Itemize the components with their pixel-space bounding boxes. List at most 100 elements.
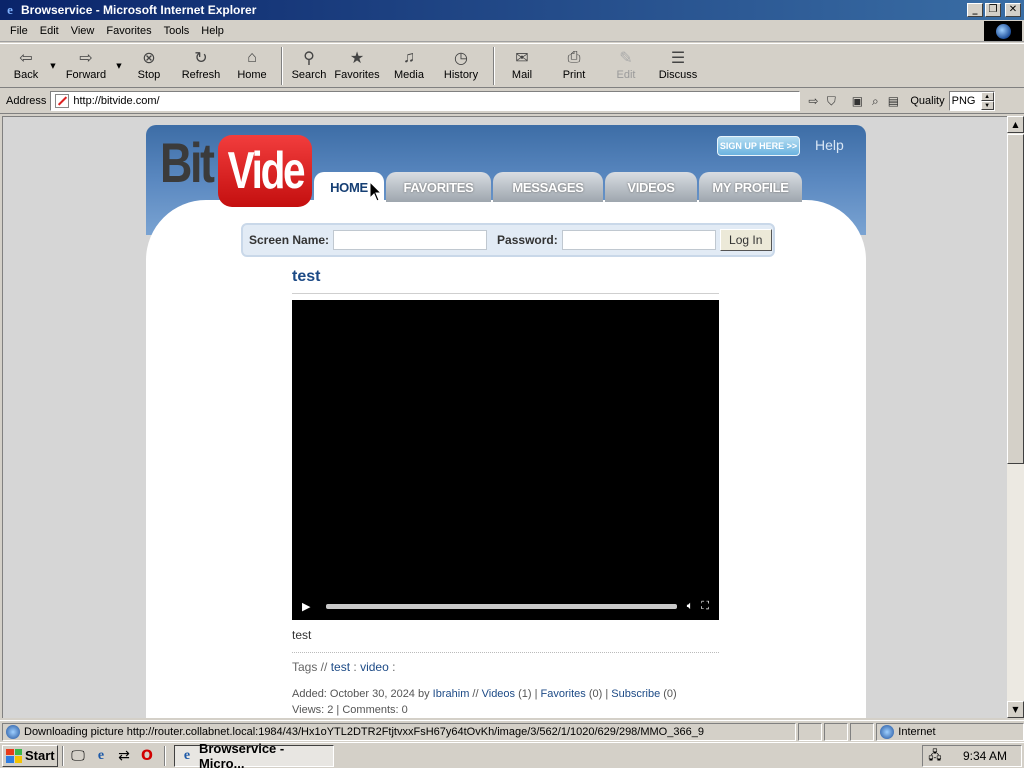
video-content: test ▶ 🔈︎ ⛶ test Tags // test : video : … <box>292 268 719 718</box>
player-controls: ▶ 🔈︎ ⛶ <box>296 596 715 616</box>
search-button[interactable]: ⚲ Search <box>288 44 330 87</box>
menu-favorites[interactable]: Favorites <box>100 25 157 37</box>
password-input[interactable] <box>561 230 716 250</box>
scroll-up-arrow-icon[interactable]: ▲ <box>1007 116 1024 133</box>
login-button[interactable]: Log In <box>719 229 772 251</box>
vertical-scrollbar[interactable]: ▲ ▼ <box>1007 116 1024 718</box>
fullscreen-icon[interactable]: ⛶ <box>701 600 709 613</box>
quality-select[interactable]: PNG ▲ ▼ <box>948 91 995 111</box>
menu-view[interactable]: View <box>65 25 101 37</box>
tab-my-profile[interactable]: MY PROFILE <box>699 172 802 202</box>
quicklaunch-separator <box>62 745 64 766</box>
windows-flag-icon <box>6 748 22 763</box>
print-button[interactable]: ⎙ Print <box>544 44 604 87</box>
ie-quicklaunch-icon[interactable]: e <box>91 746 111 766</box>
menu-tools[interactable]: Tools <box>158 25 196 37</box>
minimize-button[interactable]: _ <box>967 3 983 17</box>
toolbar-separator <box>493 47 495 85</box>
toolbar-separator <box>281 47 283 85</box>
security-zone: Internet <box>876 722 1024 741</box>
bitvide-page: Bit Vide SIGN UP HERE >> Help HOME FAVOR… <box>146 125 866 718</box>
play-icon[interactable]: ▶ <box>302 600 316 613</box>
video-player[interactable]: ▶ 🔈︎ ⛶ <box>292 300 719 620</box>
clock[interactable]: 9:34 AM <box>963 749 1007 763</box>
quality-value: PNG <box>951 95 976 107</box>
status-panel <box>850 722 875 741</box>
edit-icon: ✎ <box>619 50 633 67</box>
favorites-count: (0) | <box>588 688 609 700</box>
media-button[interactable]: ♫ Media <box>384 44 434 87</box>
volume-icon[interactable]: 🔈︎ <box>687 600 694 613</box>
go-arrow-icon[interactable]: ⇨ <box>804 92 822 110</box>
refresh-button[interactable]: ↻ Refresh <box>174 44 228 87</box>
menu-file[interactable]: File <box>4 25 34 37</box>
back-dropdown[interactable]: ▼ <box>48 44 58 87</box>
tab-videos[interactable]: VIDEOS <box>605 172 697 202</box>
page-loading-icon <box>6 724 20 739</box>
favorites-button[interactable]: ★ Favorites <box>330 44 384 87</box>
status-text: Downloading picture http://router.collab… <box>24 725 704 738</box>
mouse-cursor-icon <box>369 180 383 202</box>
stop-button[interactable]: ⊗ Stop <box>124 44 174 87</box>
ie-icon: e <box>7 2 13 17</box>
screenshot-icon[interactable]: ▣ <box>848 92 866 110</box>
scroll-down-arrow-icon[interactable]: ▼ <box>1007 701 1024 718</box>
tags-label: Tags // <box>292 660 328 674</box>
favorites-icon: ★ <box>349 50 365 67</box>
show-desktop-icon[interactable]: 🖵︎ <box>68 746 88 766</box>
tab-messages[interactable]: MESSAGES <box>493 172 603 202</box>
tag-link[interactable]: test <box>331 660 350 674</box>
find-icon[interactable]: ⌕ <box>866 92 884 110</box>
password-label: Password: <box>497 233 558 247</box>
mail-icon: ✉ <box>515 50 529 67</box>
tab-favorites[interactable]: FAVORITES <box>386 172 491 202</box>
menu-edit[interactable]: Edit <box>34 25 65 37</box>
help-link[interactable]: Help <box>815 137 844 153</box>
close-button[interactable]: ✕ <box>1005 3 1021 17</box>
history-icon: ◷ <box>454 50 468 67</box>
videos-link[interactable]: Videos <box>482 688 515 700</box>
scroll-thumb[interactable] <box>1007 134 1024 464</box>
bitvide-logo[interactable]: Bit Vide <box>160 135 312 207</box>
quality-spinner[interactable]: ▲ ▼ <box>980 92 994 110</box>
title-bar: e Browservice - Microsoft Internet Explo… <box>0 0 1024 20</box>
media-icon: ♫ <box>403 49 415 66</box>
author-link[interactable]: Ibrahim <box>433 688 470 700</box>
mail-button[interactable]: ✉ Mail <box>500 44 544 87</box>
status-message: Downloading picture http://router.collab… <box>2 722 797 741</box>
videos-count: (1) | <box>518 688 538 700</box>
login-bar: Screen Name: Password: Log In <box>241 223 775 257</box>
page-icon <box>55 94 70 108</box>
back-arrow-icon: ⇦ <box>19 50 33 67</box>
ie-icon: e <box>183 747 191 763</box>
window-title: Browservice - Microsoft Internet Explore… <box>21 3 257 17</box>
screen-name-input[interactable] <box>333 230 488 250</box>
start-button[interactable]: Start <box>2 744 58 767</box>
progress-bar[interactable] <box>326 603 677 609</box>
history-button[interactable]: ◷ History <box>434 44 488 87</box>
forward-dropdown[interactable]: ▼ <box>114 44 124 87</box>
menu-help[interactable]: Help <box>195 25 230 37</box>
bookmark-icon[interactable]: ⛉ <box>822 92 840 110</box>
edit-button[interactable]: ✎ Edit <box>604 44 648 87</box>
toolbar: ⇦ Back ▼ ⇨ Forward ▼ ⊗ Stop ↻ Refresh ⌂ … <box>0 43 1024 88</box>
address-field[interactable] <box>50 91 801 111</box>
back-button[interactable]: ⇦ Back <box>4 44 48 87</box>
network-icon[interactable]: ⇄ <box>114 746 134 766</box>
separator: // <box>472 688 479 700</box>
opera-icon[interactable]: O <box>137 746 157 766</box>
signup-button[interactable]: SIGN UP HERE >> <box>717 136 800 156</box>
tray-network-icon[interactable]: 🖧︎ <box>927 748 943 764</box>
restore-button[interactable]: ❐ <box>985 3 1001 17</box>
forward-button[interactable]: ⇨ Forward <box>58 44 114 87</box>
video-stats: Views: 2 | Comments: 0 <box>292 704 408 716</box>
discuss-button[interactable]: ☰ Discuss <box>648 44 708 87</box>
taskbar-window-button[interactable]: e Browservice - Micro... <box>174 741 334 768</box>
home-button[interactable]: ⌂ Home <box>228 44 276 87</box>
zone-label: Internet <box>898 725 936 738</box>
clipboard-icon[interactable]: ▤ <box>884 92 902 110</box>
tag-link[interactable]: video <box>360 660 389 674</box>
favorites-link[interactable]: Favorites <box>541 688 586 700</box>
address-input[interactable] <box>73 95 774 107</box>
subscribe-link[interactable]: Subscribe <box>611 688 660 700</box>
